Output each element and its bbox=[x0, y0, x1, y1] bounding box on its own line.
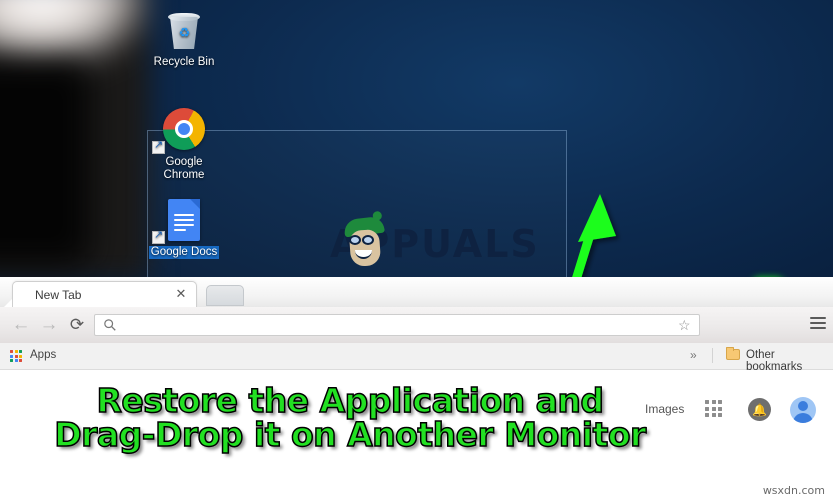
appuals-mascot-icon bbox=[342, 215, 388, 270]
google-docs-icon bbox=[141, 198, 227, 244]
apps-shortcut-icon[interactable] bbox=[10, 350, 22, 362]
desktop-icon-google-chrome[interactable]: Google Chrome bbox=[141, 108, 227, 182]
images-link[interactable]: Images bbox=[645, 402, 684, 416]
desktop-icon-recycle-bin[interactable]: ♻ Recycle Bin bbox=[141, 8, 227, 69]
bookmarks-bar: Apps » Other bookmarks bbox=[0, 343, 833, 373]
screenshot-root: ♻ Recycle Bin Google Chrome Google Docs … bbox=[0, 0, 833, 501]
chrome-menu-icon[interactable] bbox=[810, 317, 826, 332]
search-icon bbox=[104, 319, 116, 331]
page-content-area: Images wsxdn.com bbox=[0, 370, 833, 501]
shortcut-arrow-icon bbox=[152, 229, 165, 244]
back-button[interactable]: ← bbox=[8, 313, 34, 337]
notifications-bell-icon[interactable] bbox=[748, 398, 771, 421]
google-chrome-icon bbox=[141, 108, 227, 154]
shortcut-arrow-icon bbox=[152, 139, 165, 154]
tab-title: New Tab bbox=[35, 288, 82, 302]
address-bar[interactable]: ☆ bbox=[94, 314, 700, 336]
windows-desktop[interactable]: ♻ Recycle Bin Google Chrome Google Docs … bbox=[0, 0, 833, 277]
bookmarks-separator bbox=[712, 348, 713, 363]
chrome-browser-window: New Tab ✕ ← → ⟳ ☆ Apps » Other bookmarks… bbox=[0, 277, 833, 501]
desktop-icon-label: Recycle Bin bbox=[153, 56, 215, 68]
green-annotation-arrow-icon bbox=[572, 194, 616, 277]
desktop-icon-label-line1: Google bbox=[165, 156, 203, 168]
bookmark-star-icon[interactable]: ☆ bbox=[678, 318, 693, 333]
tab-close-icon[interactable]: ✕ bbox=[174, 287, 188, 301]
bookmarks-overflow-button[interactable]: » bbox=[690, 348, 697, 362]
folder-icon bbox=[726, 347, 740, 360]
reload-button[interactable]: ⟳ bbox=[64, 313, 90, 337]
site-watermark: wsxdn.com bbox=[762, 484, 825, 497]
address-bar-input[interactable] bbox=[123, 318, 667, 334]
forward-button[interactable]: → bbox=[36, 313, 62, 337]
desktop-icon-label-line2: Chrome bbox=[163, 169, 205, 181]
recycle-bin-icon: ♻ bbox=[141, 8, 227, 54]
browser-tab-new-tab[interactable]: New Tab ✕ bbox=[12, 281, 197, 308]
bookmarks-apps-label[interactable]: Apps bbox=[30, 349, 56, 361]
desktop-icon-google-docs[interactable]: Google Docs bbox=[141, 198, 227, 259]
new-tab-button[interactable] bbox=[206, 285, 244, 306]
chrome-title-bar[interactable]: New Tab ✕ bbox=[0, 277, 833, 308]
user-avatar[interactable] bbox=[790, 397, 816, 423]
blurred-monitor-screen bbox=[0, 60, 90, 265]
chrome-toolbar: ← → ⟳ ☆ bbox=[0, 307, 833, 344]
google-apps-icon[interactable] bbox=[705, 400, 722, 417]
desktop-icon-label: Google Docs bbox=[148, 246, 220, 259]
